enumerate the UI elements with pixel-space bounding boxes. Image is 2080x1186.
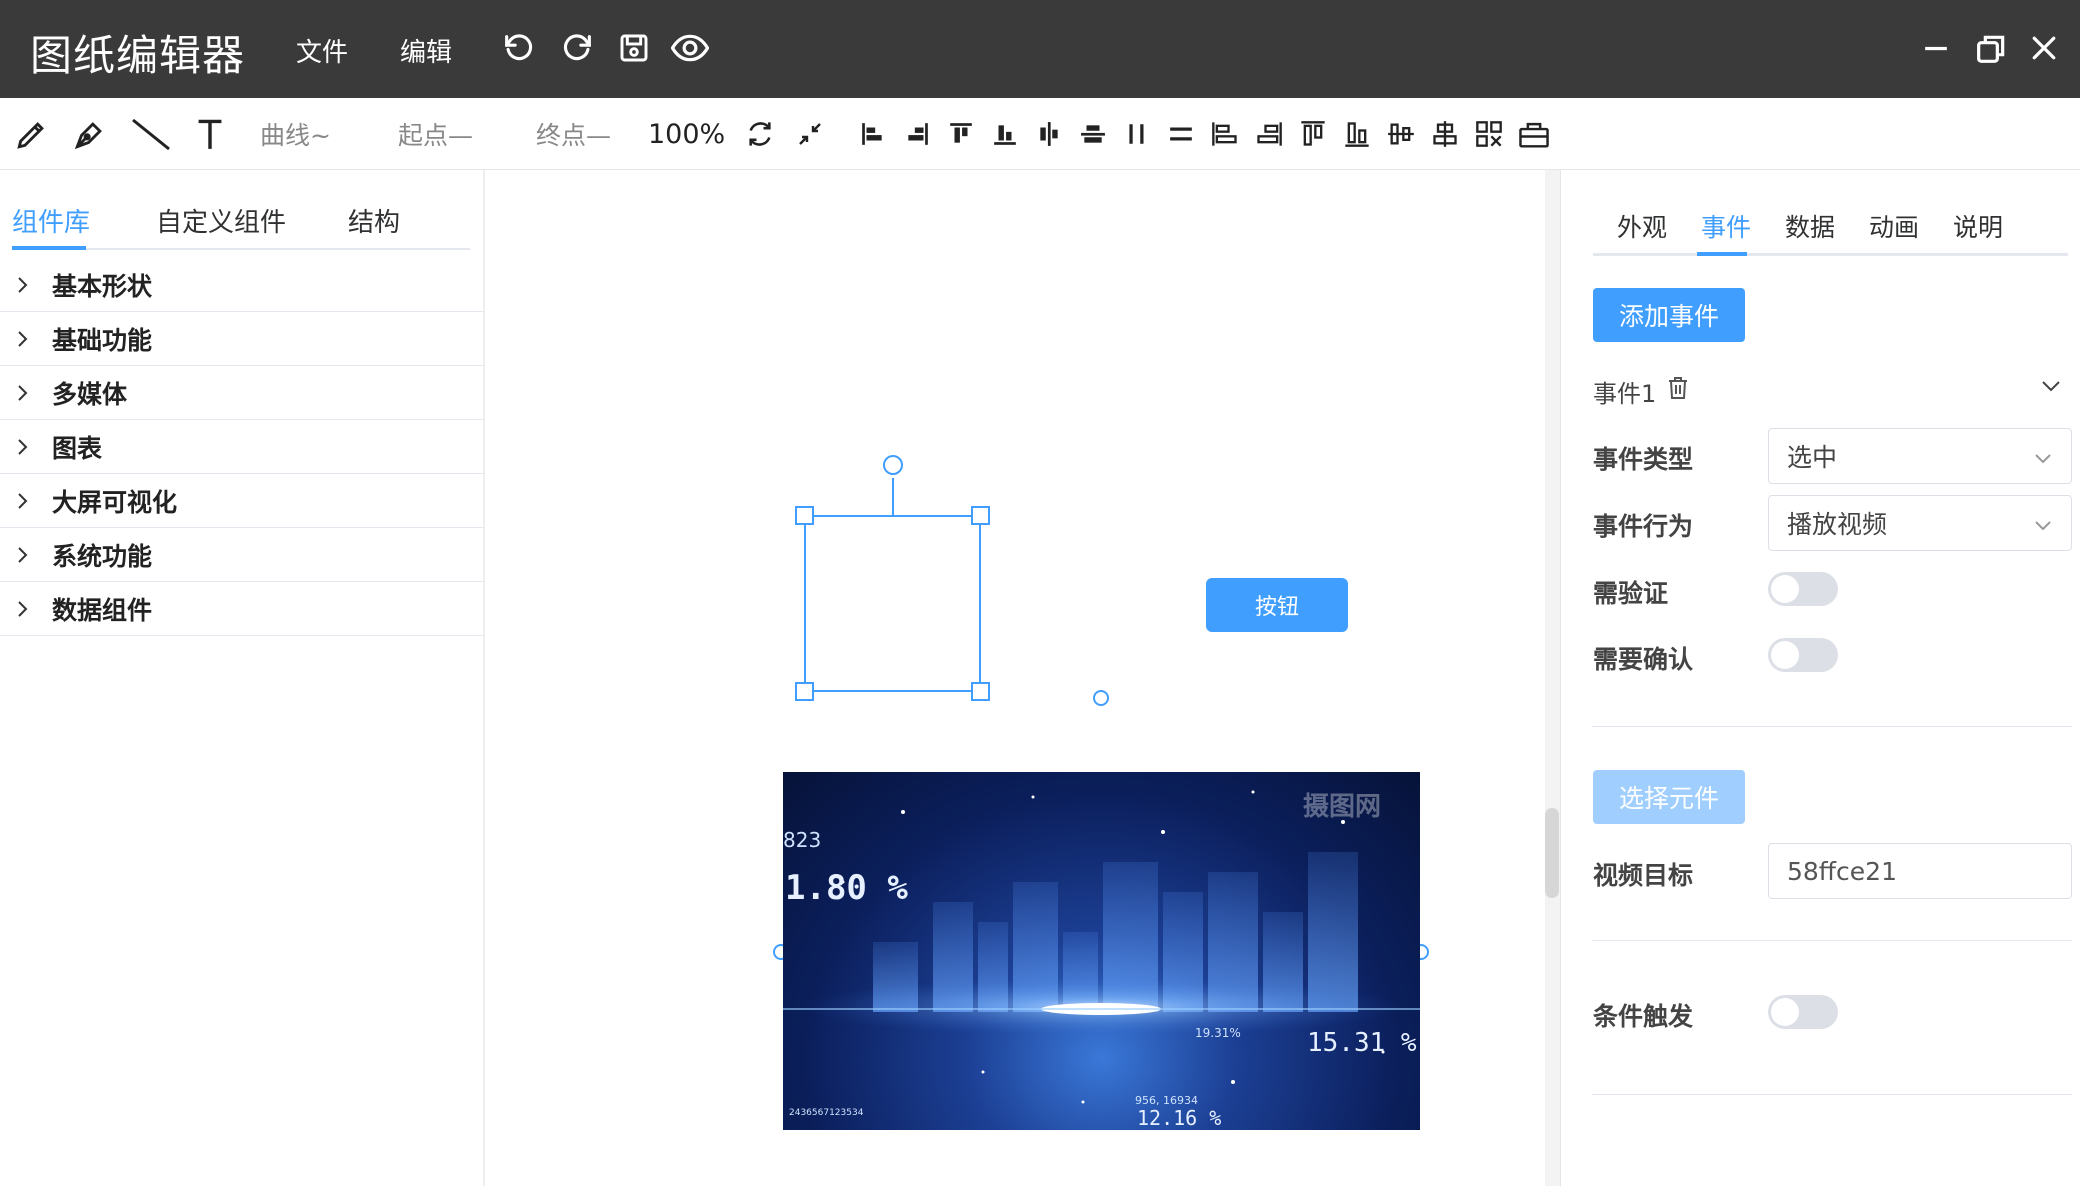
event-action-select[interactable]: 播放视频 [1768,495,2072,551]
anchor-point[interactable] [1093,690,1109,706]
select-element-button[interactable]: 选择元件 [1593,770,1745,824]
need-verify-label: 需验证 [1593,579,1669,608]
resize-handle[interactable] [971,506,990,525]
tab-data[interactable]: 数据 [1785,208,1835,244]
chevron-down-icon [2033,512,2053,541]
tab-description[interactable]: 说明 [1953,208,2003,244]
section-divider [1592,940,2072,941]
canvas-button-element[interactable]: 按钮 [1206,578,1348,632]
video-target-label: 视频目标 [1593,861,1694,890]
event-type-label: 事件类型 [1593,445,1694,474]
resize-handle[interactable] [795,682,814,701]
condition-trigger-switch[interactable] [1768,995,1838,1029]
video-stat-big: 1.80 % [785,868,908,908]
video-stat-right: 15.31 % [1307,1028,1417,1058]
video-watermark: 摄图网 [1303,792,1382,822]
properties-tabs: 外观 事件 数据 动画 说明 [1593,192,2068,256]
rotate-handle[interactable] [883,455,903,475]
resize-handle[interactable] [795,506,814,525]
trash-icon[interactable] [1667,376,1689,404]
need-confirm-switch[interactable] [1768,638,1838,672]
active-tab-indicator [1697,252,1747,256]
need-verify-switch[interactable] [1768,572,1838,606]
video-stat-bottom: 12.16 % [1137,1106,1222,1130]
chevron-down-icon[interactable] [2040,378,2062,397]
city-skyline-graphic [783,790,1420,1104]
video-stat-right-small: 19.31% [1195,1026,1241,1040]
video-stat-top: 823 [783,828,822,852]
video-element[interactable]: 摄图网 823 1.80 % 19.31% 15.31 % 956, 16934… [783,772,1420,1130]
canvas-scrollbar-track[interactable] [1545,170,1560,1186]
tab-appearance[interactable]: 外观 [1617,208,1667,244]
need-confirm-label: 需要确认 [1593,645,1694,674]
canvas-scrollbar-thumb[interactable] [1545,808,1559,898]
tab-events[interactable]: 事件 [1701,208,1751,244]
event-header[interactable]: 事件1 [1593,370,2072,410]
section-divider [1592,726,2072,727]
event-action-value: 播放视频 [1787,510,1888,539]
event-action-label: 事件行为 [1593,512,1694,541]
tab-animation[interactable]: 动画 [1869,208,1919,244]
video-stat-bottom-left: 2436567123534 [789,1108,864,1118]
selected-rectangle[interactable] [795,455,990,701]
event-type-select[interactable]: 选中 [1768,428,2072,484]
event-type-value: 选中 [1787,443,1838,472]
video-target-input[interactable]: 58ffce21 [1768,843,2072,899]
add-event-button[interactable]: 添加事件 [1593,288,1745,342]
event-name: 事件1 [1593,380,1657,408]
condition-trigger-label: 条件触发 [1593,1002,1694,1031]
chevron-down-icon [2033,445,2053,474]
section-divider [1592,1094,2072,1095]
resize-handle[interactable] [971,682,990,701]
